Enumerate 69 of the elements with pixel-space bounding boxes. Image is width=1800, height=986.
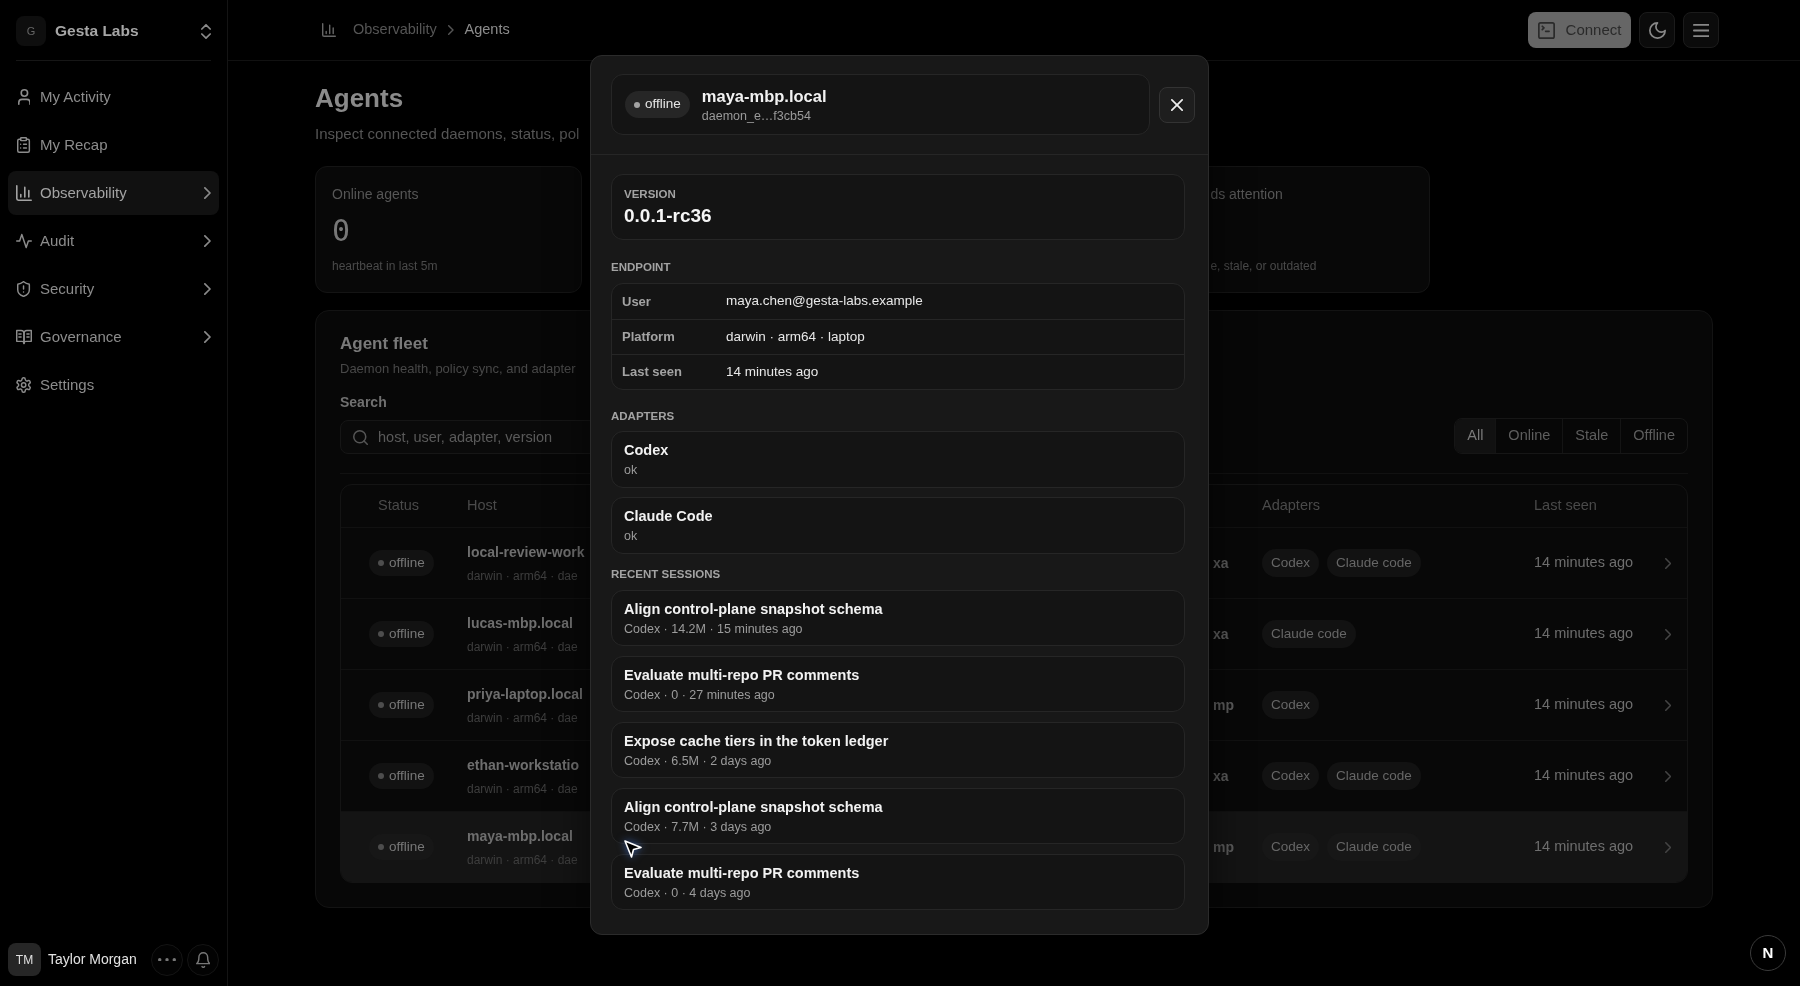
status-text: offline (645, 95, 681, 114)
adapter-tag: Codex (1262, 761, 1320, 791)
status-text: offline (389, 553, 425, 572)
session-title: Evaluate multi-repo PR comments (624, 666, 860, 684)
adapter-tag: Claude code (1327, 548, 1421, 578)
last-seen-text: 14 minutes ago (1534, 625, 1634, 642)
section-description: Daemon health, policy sync, and adapter (340, 360, 576, 378)
session-meta: Codex · 7.7M · 3 days ago (624, 819, 772, 835)
section-title: Agent fleet (340, 333, 428, 355)
user-name: Taylor Morgan (48, 950, 137, 969)
last-seen-text: 14 minutes ago (1534, 554, 1634, 571)
status-text: offline (389, 624, 425, 643)
adapter-tag: Codex (1262, 690, 1320, 720)
host-name: priya-laptop.local (467, 684, 583, 703)
truncated-text: xa (1213, 767, 1229, 784)
page-subtitle: Inspect connected daemons, status, pol (315, 124, 580, 144)
section-heading: RECENT SESSIONS (611, 567, 721, 582)
session-title: Expose cache tiers in the token ledger (624, 732, 889, 750)
truncated-text: xa (1213, 625, 1229, 642)
adapter-tag: Claude code (1327, 761, 1421, 791)
version-value: 0.0.1-rc36 (624, 204, 712, 228)
search-label: Search (340, 393, 387, 411)
session-meta: Codex · 6.5M · 2 days ago (624, 753, 772, 769)
stat-value: 0 (332, 213, 351, 249)
stat-caption: heartbeat in last 5m (332, 258, 438, 274)
adapter-status: ok (624, 462, 638, 478)
truncated-text: xa (1213, 554, 1229, 571)
field-label: Last seen (621, 363, 683, 382)
last-seen-text: 14 minutes ago (1534, 696, 1634, 713)
stat-label: ds attention (1210, 185, 1283, 204)
adapter-status: ok (624, 528, 638, 544)
stat-label: Online agents (332, 185, 419, 204)
session-title: Evaluate multi-repo PR comments (624, 864, 860, 882)
breadcrumb-current: Agents (464, 20, 510, 40)
host-name: local-review-work (467, 542, 585, 561)
column-header: Last seen (1534, 497, 1597, 514)
agent-title: maya-mbp.local (701, 85, 827, 106)
field-label: Platform (621, 328, 676, 347)
field-value: maya.chen@gesta-labs.example (726, 292, 923, 311)
status-text: offline (389, 837, 425, 856)
session-title: Align control-plane snapshot schema (624, 600, 883, 618)
truncated-text: mp (1213, 838, 1234, 855)
status-text: offline (389, 766, 425, 785)
session-meta: Codex · 0 · 4 days ago (624, 885, 751, 901)
last-seen-text: 14 minutes ago (1534, 767, 1634, 784)
session-meta: Codex · 0 · 27 minutes ago (624, 687, 775, 703)
org-avatar: G (16, 16, 46, 46)
section-heading: ENDPOINT (611, 260, 671, 275)
truncated-text: mp (1213, 696, 1234, 713)
host-name: lucas-mbp.local (467, 613, 573, 632)
last-seen-text: 14 minutes ago (1534, 838, 1634, 855)
adapter-tag: Claude code (1262, 619, 1356, 649)
adapter-name: Claude Code (624, 507, 713, 525)
field-value: 14 minutes ago (726, 362, 819, 381)
adapter-tag: Codex (1262, 548, 1320, 578)
host-name: maya-mbp.local (467, 826, 573, 845)
page-title: Agents (315, 82, 404, 114)
column-header: Host (467, 497, 497, 514)
host-name: ethan-workstatio (467, 755, 579, 774)
field-label: User (621, 292, 652, 311)
column-header: Status (378, 497, 420, 514)
agent-id: daemon_e…f3cb54 (701, 107, 811, 124)
user-avatar: TM (8, 943, 41, 976)
status-text: offline (389, 695, 425, 714)
session-title: Align control-plane snapshot schema (624, 798, 883, 816)
column-header: Adapters (1262, 497, 1321, 514)
field-label: VERSION (624, 187, 676, 201)
session-meta: Codex · 14.2M · 15 minutes ago (624, 621, 803, 637)
field-value: darwin · arm64 · laptop (726, 327, 865, 346)
